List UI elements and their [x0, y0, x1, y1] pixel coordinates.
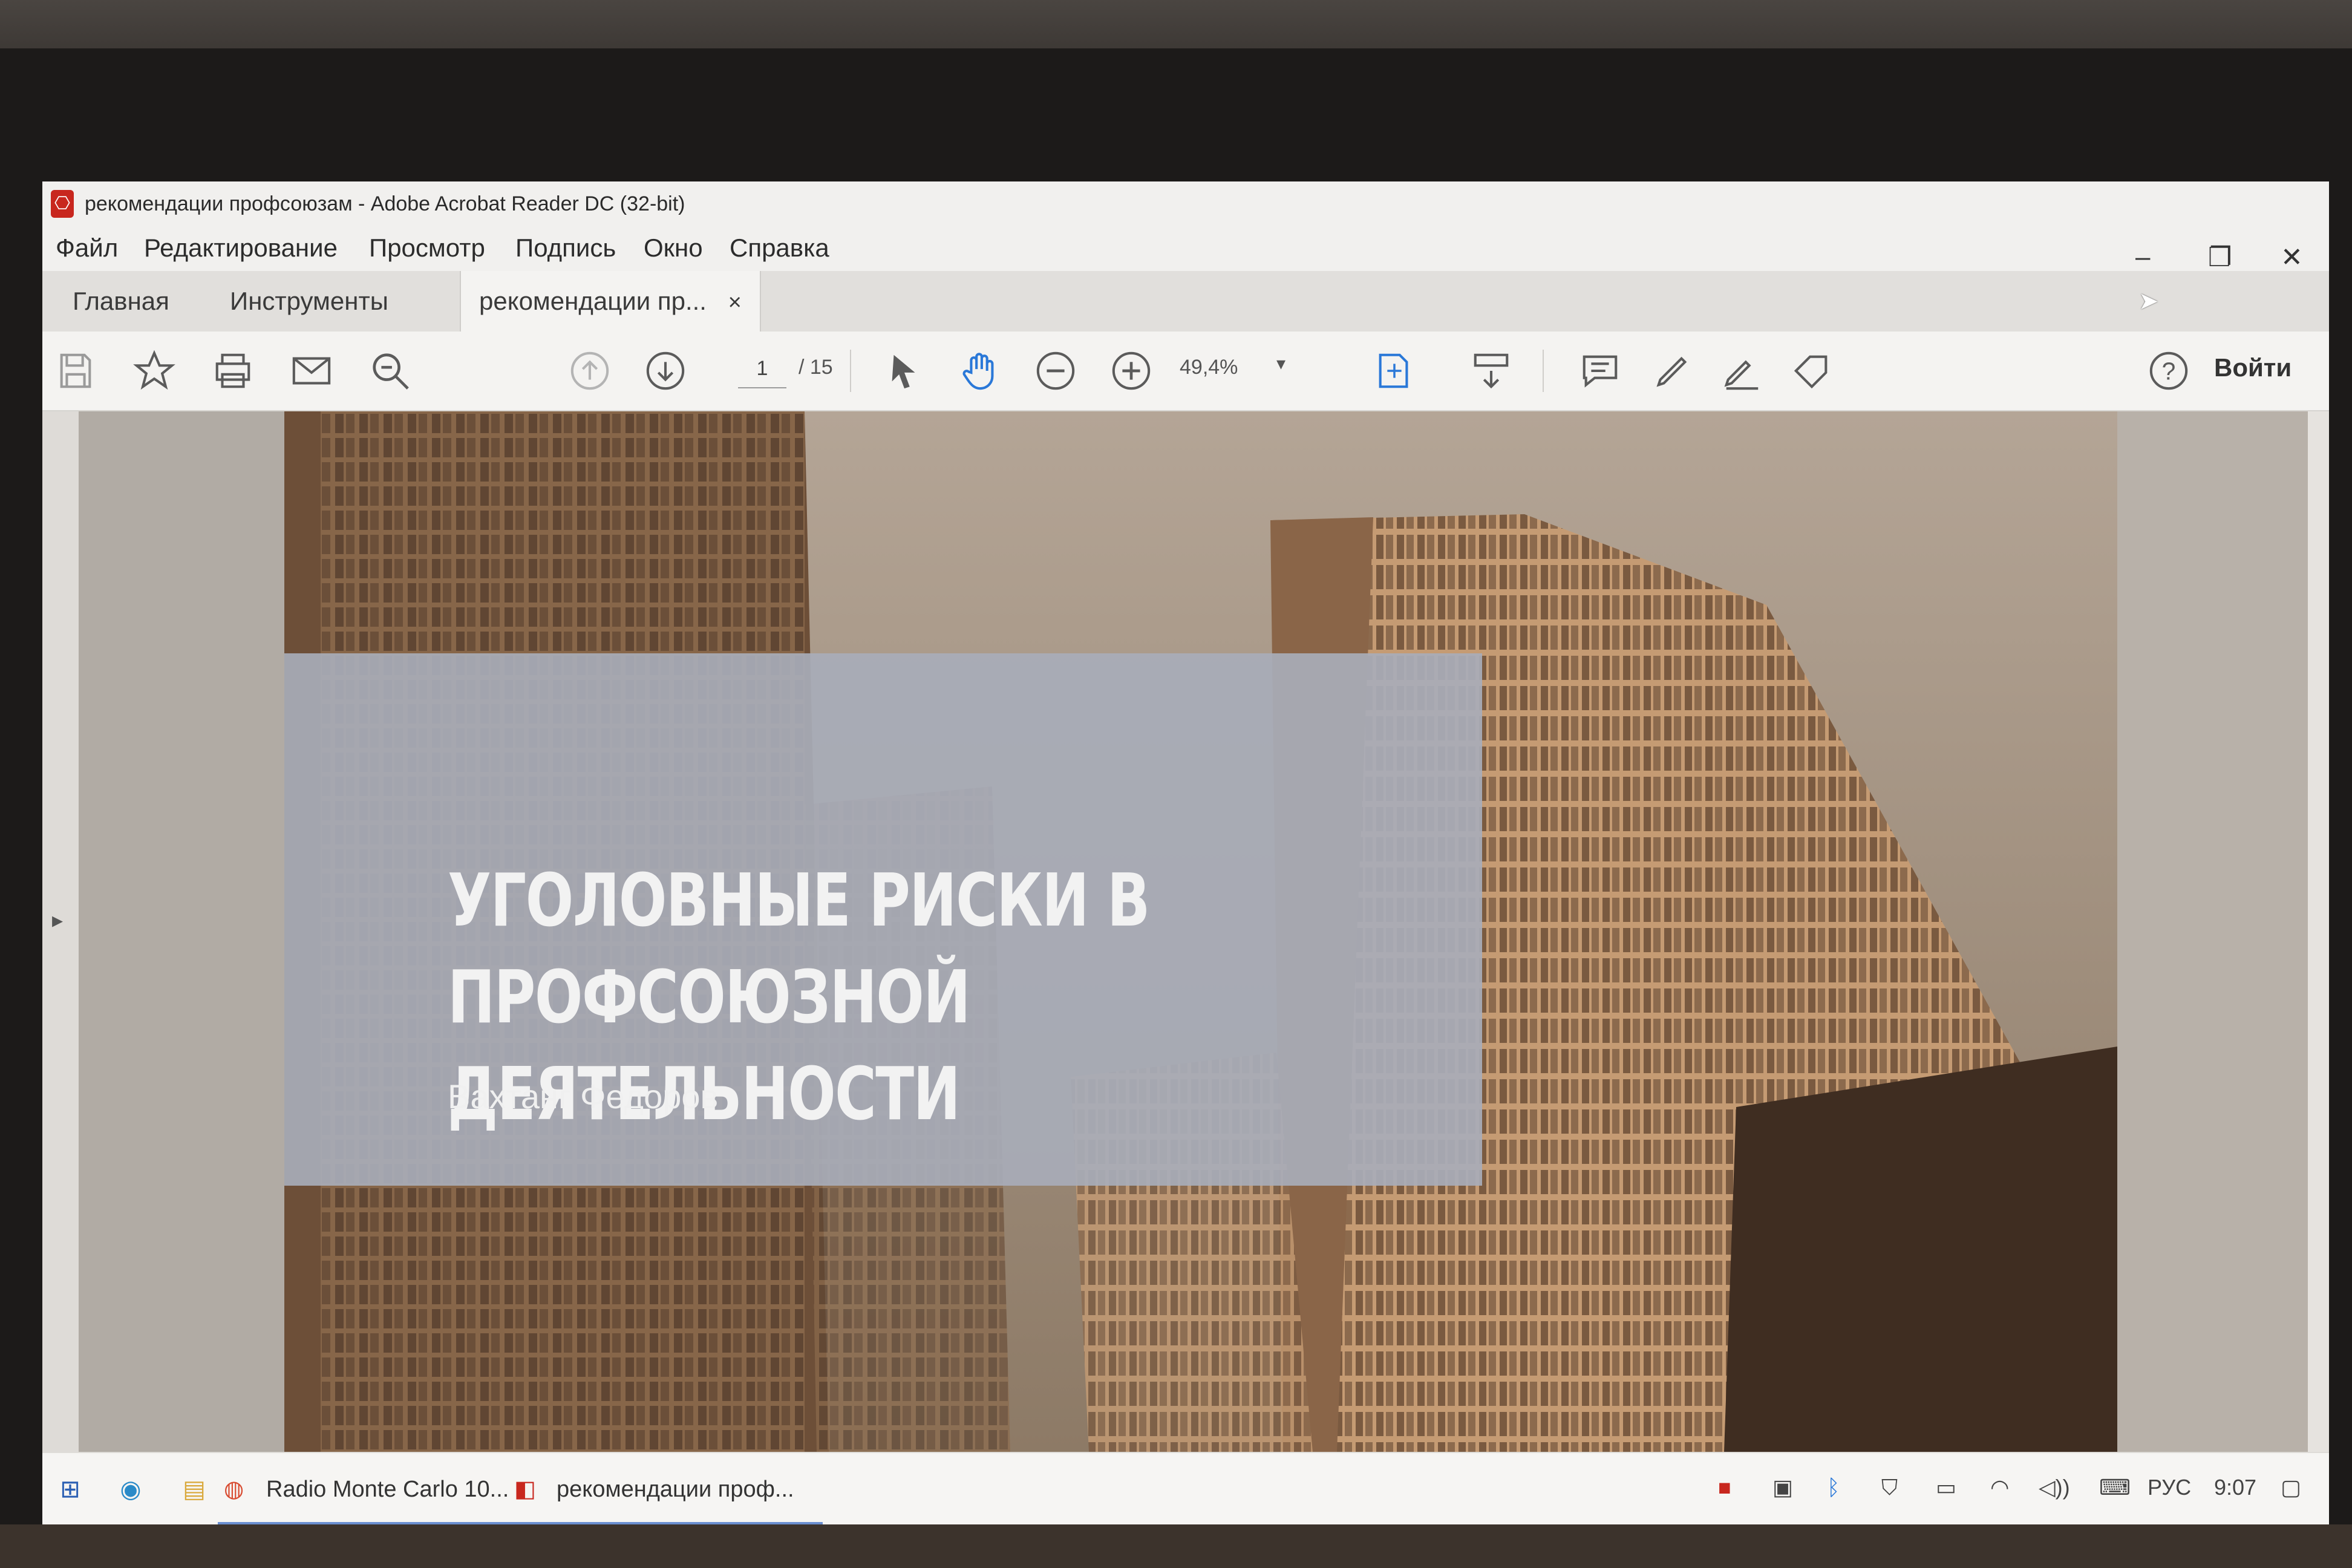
title-bar: ⎔ рекомендации профсоюзам - Adobe Acroba…	[42, 181, 2329, 230]
save-icon[interactable]	[54, 350, 97, 392]
tab-document-label: рекомендации пр...	[479, 287, 707, 315]
menu-help[interactable]: Справка	[730, 234, 829, 263]
title-overlay-box: УГОЛОВНЫЕ РИСКИ В ПРОФСОЮЗНОЙ ДЕЯТЕЛЬНОС…	[284, 653, 1482, 1186]
zoom-out-icon[interactable]	[1034, 350, 1077, 392]
vertical-scrollbar[interactable]	[2308, 411, 2329, 1452]
select-arrow-icon[interactable]	[883, 350, 926, 392]
help-icon[interactable]: ?	[2148, 350, 2190, 392]
hand-tool-icon[interactable]	[959, 350, 1001, 392]
windows-start-icon[interactable]: ⊞	[54, 1474, 86, 1505]
expand-arrow-icon[interactable]: ▸	[52, 907, 63, 933]
print-icon[interactable]	[212, 350, 254, 392]
tab-bar: Главная Инструменты рекомендации пр... ×	[42, 271, 2329, 332]
toolbar-divider	[1543, 350, 1544, 392]
minimize-button[interactable]: –	[2135, 242, 2150, 272]
taskbar-item-acrobat-label: рекомендации проф...	[557, 1477, 794, 1502]
edge-browser-icon[interactable]: ◉	[115, 1474, 146, 1505]
bookmark-star-icon[interactable]	[133, 350, 175, 392]
restore-button[interactable]: ❐	[2208, 242, 2232, 273]
zoom-level[interactable]: 49,4%	[1180, 356, 1238, 379]
search-icon[interactable]	[369, 350, 411, 392]
pdf-page: УГОЛОВНЫЕ РИСКИ В ПРОФСОЮЗНОЙ ДЕЯТЕЛЬНОС…	[284, 411, 2117, 1452]
email-icon[interactable]	[290, 350, 333, 392]
page-total: / 15	[799, 356, 833, 379]
taskbar-item-radio-label: Radio Monte Carlo 10...	[266, 1477, 509, 1502]
acrobat-logo-icon: ⎔	[51, 190, 74, 218]
action-center-icon[interactable]: ▢	[2281, 1475, 2301, 1500]
menu-window[interactable]: Окно	[644, 234, 703, 263]
file-explorer-icon[interactable]: ▤	[178, 1474, 210, 1505]
menu-file[interactable]: Файл	[56, 234, 118, 263]
document-area: ▸ УГОЛОВНЫЕ РИСКИ В ПРОФСОЮЗНОЙ ДЕЯТЕЛЬН…	[42, 411, 2329, 1452]
document-margin-left	[79, 411, 284, 1452]
page-view-icon[interactable]	[1373, 350, 1416, 392]
windows-taskbar: ⊞ ◉ ▤ ◍ Radio Monte Carlo 10... ◧ рекоме…	[42, 1452, 2329, 1524]
security-shield-icon[interactable]: ⛉	[1881, 1475, 1898, 1501]
keyboard-icon[interactable]: ⌨	[2099, 1475, 2131, 1500]
notification-app-icon[interactable]: ■	[1718, 1475, 1731, 1500]
toolbar-divider	[850, 350, 851, 392]
highlight-pen-icon[interactable]	[1651, 350, 1694, 392]
zoom-in-icon[interactable]	[1110, 350, 1152, 392]
bluetooth-icon[interactable]: ᛒ	[1827, 1475, 1840, 1500]
mouse-cursor-icon: ➤	[2138, 288, 2159, 315]
menu-edit[interactable]: Редактирование	[144, 234, 338, 263]
document-margin-right	[2117, 411, 2329, 1452]
chrome-icon: ◍	[224, 1477, 244, 1502]
sign-icon[interactable]	[1721, 350, 1763, 392]
clock[interactable]: 9:07	[2214, 1475, 2256, 1500]
menu-bar: Файл Редактирование Просмотр Подпись Окн…	[42, 229, 2329, 271]
projected-screen: ⎔ рекомендации профсоюзам - Adobe Acroba…	[42, 181, 2329, 1524]
tab-tools[interactable]: Инструменты	[230, 271, 388, 332]
acrobat-icon: ◧	[514, 1477, 536, 1502]
scroll-mode-icon[interactable]	[1470, 350, 1512, 392]
navigation-pane-toggle[interactable]: ▸	[42, 411, 79, 1452]
menu-sign[interactable]: Подпись	[515, 234, 616, 263]
svg-text:?: ?	[2162, 358, 2176, 385]
tablet-icon[interactable]: ▣	[1772, 1475, 1793, 1500]
room-floor	[0, 1524, 2352, 1568]
share-tag-icon[interactable]	[1791, 350, 1833, 392]
menu-view[interactable]: Просмотр	[369, 234, 485, 263]
close-button[interactable]: ✕	[2281, 242, 2303, 273]
sign-in-button[interactable]: Войти	[2214, 353, 2292, 382]
taskbar-item-acrobat[interactable]: ◧ рекомендации проф...	[508, 1453, 823, 1524]
tab-close-icon[interactable]: ×	[728, 290, 742, 315]
tab-document[interactable]: рекомендации пр... ×	[460, 271, 761, 332]
wifi-icon[interactable]: ◠	[1990, 1475, 2009, 1500]
chevron-down-icon[interactable]: ▾	[1276, 353, 1285, 374]
page-number-input[interactable]: 1	[738, 350, 786, 388]
volume-icon[interactable]: ◁))	[2039, 1475, 2070, 1500]
window-title: рекомендации профсоюзам - Adobe Acrobat …	[85, 192, 685, 215]
battery-icon[interactable]: ▭	[1936, 1475, 1956, 1500]
taskbar-item-radio[interactable]: ◍ Radio Monte Carlo 10...	[218, 1453, 520, 1524]
toolbar: 1 / 15 49,4% ▾ ? Войти	[42, 332, 2329, 411]
tab-home[interactable]: Главная	[73, 271, 169, 332]
comment-icon[interactable]	[1579, 350, 1621, 392]
next-page-icon[interactable]	[644, 350, 687, 392]
slide-author: Вахтанг Федоров	[448, 1077, 719, 1116]
language-indicator[interactable]: РУС	[2148, 1475, 2191, 1500]
previous-page-icon[interactable]	[569, 350, 611, 392]
